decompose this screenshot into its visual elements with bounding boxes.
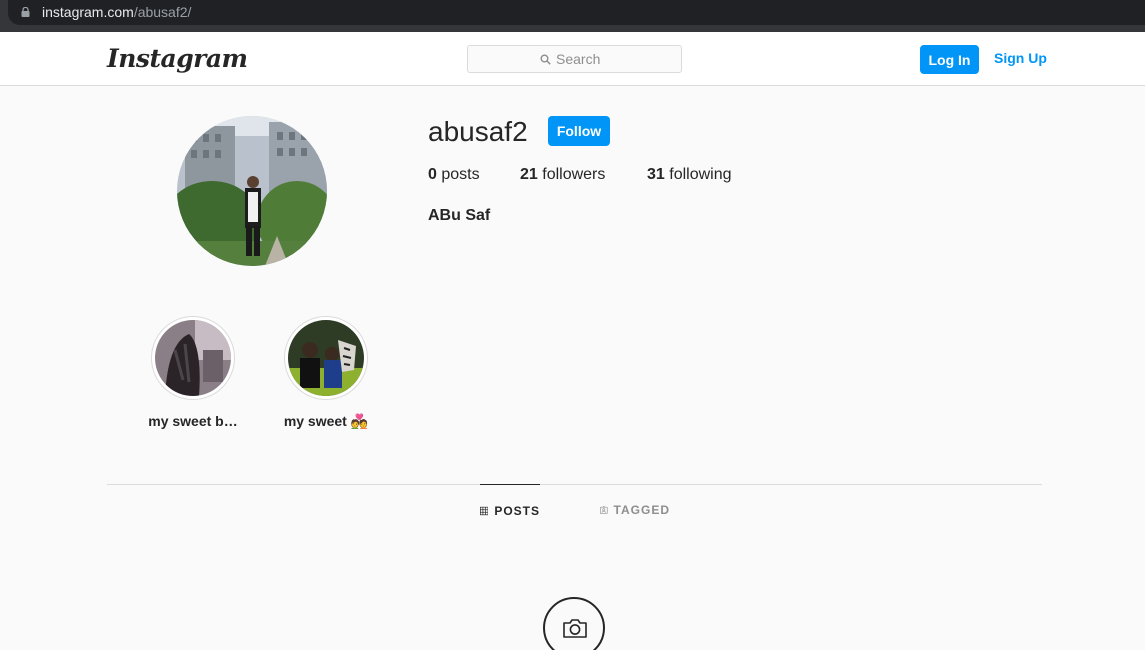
tab-posts-label: POSTS [494, 504, 540, 518]
avatar-photo [177, 116, 327, 266]
followers-label: followers [542, 166, 606, 183]
highlight-ring [284, 316, 368, 400]
url-path: /abusaf2/ [133, 4, 192, 20]
highlight-label: my sweet 💑 [283, 413, 369, 429]
followers-count: 21 [520, 166, 538, 183]
profile-full-name: ABu Saf [428, 207, 491, 224]
log-in-button[interactable]: Log In [920, 45, 979, 74]
tab-posts[interactable]: POSTS [480, 484, 540, 536]
story-highlight[interactable]: my sweet 💑 [284, 316, 368, 429]
search-input[interactable] [556, 51, 676, 67]
profile-avatar [177, 116, 327, 266]
highlight-cover [288, 320, 364, 396]
tag-icon [600, 506, 608, 514]
search-box[interactable] [467, 45, 682, 73]
grid-icon [480, 506, 489, 516]
posts-stat: 0 posts [428, 166, 480, 184]
highlight-label: my sweet b… [148, 413, 238, 429]
followers-stat[interactable]: 21 followers [520, 166, 605, 184]
search-icon [540, 54, 551, 65]
camera-icon [563, 619, 587, 638]
browser-toolbar: instagram.com/abusaf2/ [0, 0, 1145, 32]
sign-up-link[interactable]: Sign Up [994, 50, 1047, 66]
tab-tagged[interactable]: TAGGED [600, 484, 670, 536]
tab-tagged-label: TAGGED [613, 503, 670, 517]
top-navigation: Instagram Log In Sign Up [0, 32, 1145, 86]
follow-button[interactable]: Follow [548, 116, 610, 146]
posts-label: posts [441, 166, 480, 183]
instagram-logo[interactable]: Instagram [107, 44, 248, 73]
profile-username: abusaf2 [428, 116, 528, 147]
highlight-ring [151, 316, 235, 400]
url-host: instagram.com [42, 4, 134, 20]
empty-state-circle [543, 597, 605, 650]
highlight-cover [155, 320, 231, 396]
following-count: 31 [647, 166, 665, 183]
story-highlight[interactable]: my sweet b… [148, 316, 238, 429]
tabs-divider [107, 484, 1042, 485]
following-label: following [669, 166, 732, 183]
lock-icon [21, 7, 30, 17]
url-text[interactable]: instagram.com/abusaf2/ [42, 4, 191, 21]
posts-count: 0 [428, 166, 437, 183]
following-stat[interactable]: 31 following [647, 166, 732, 184]
